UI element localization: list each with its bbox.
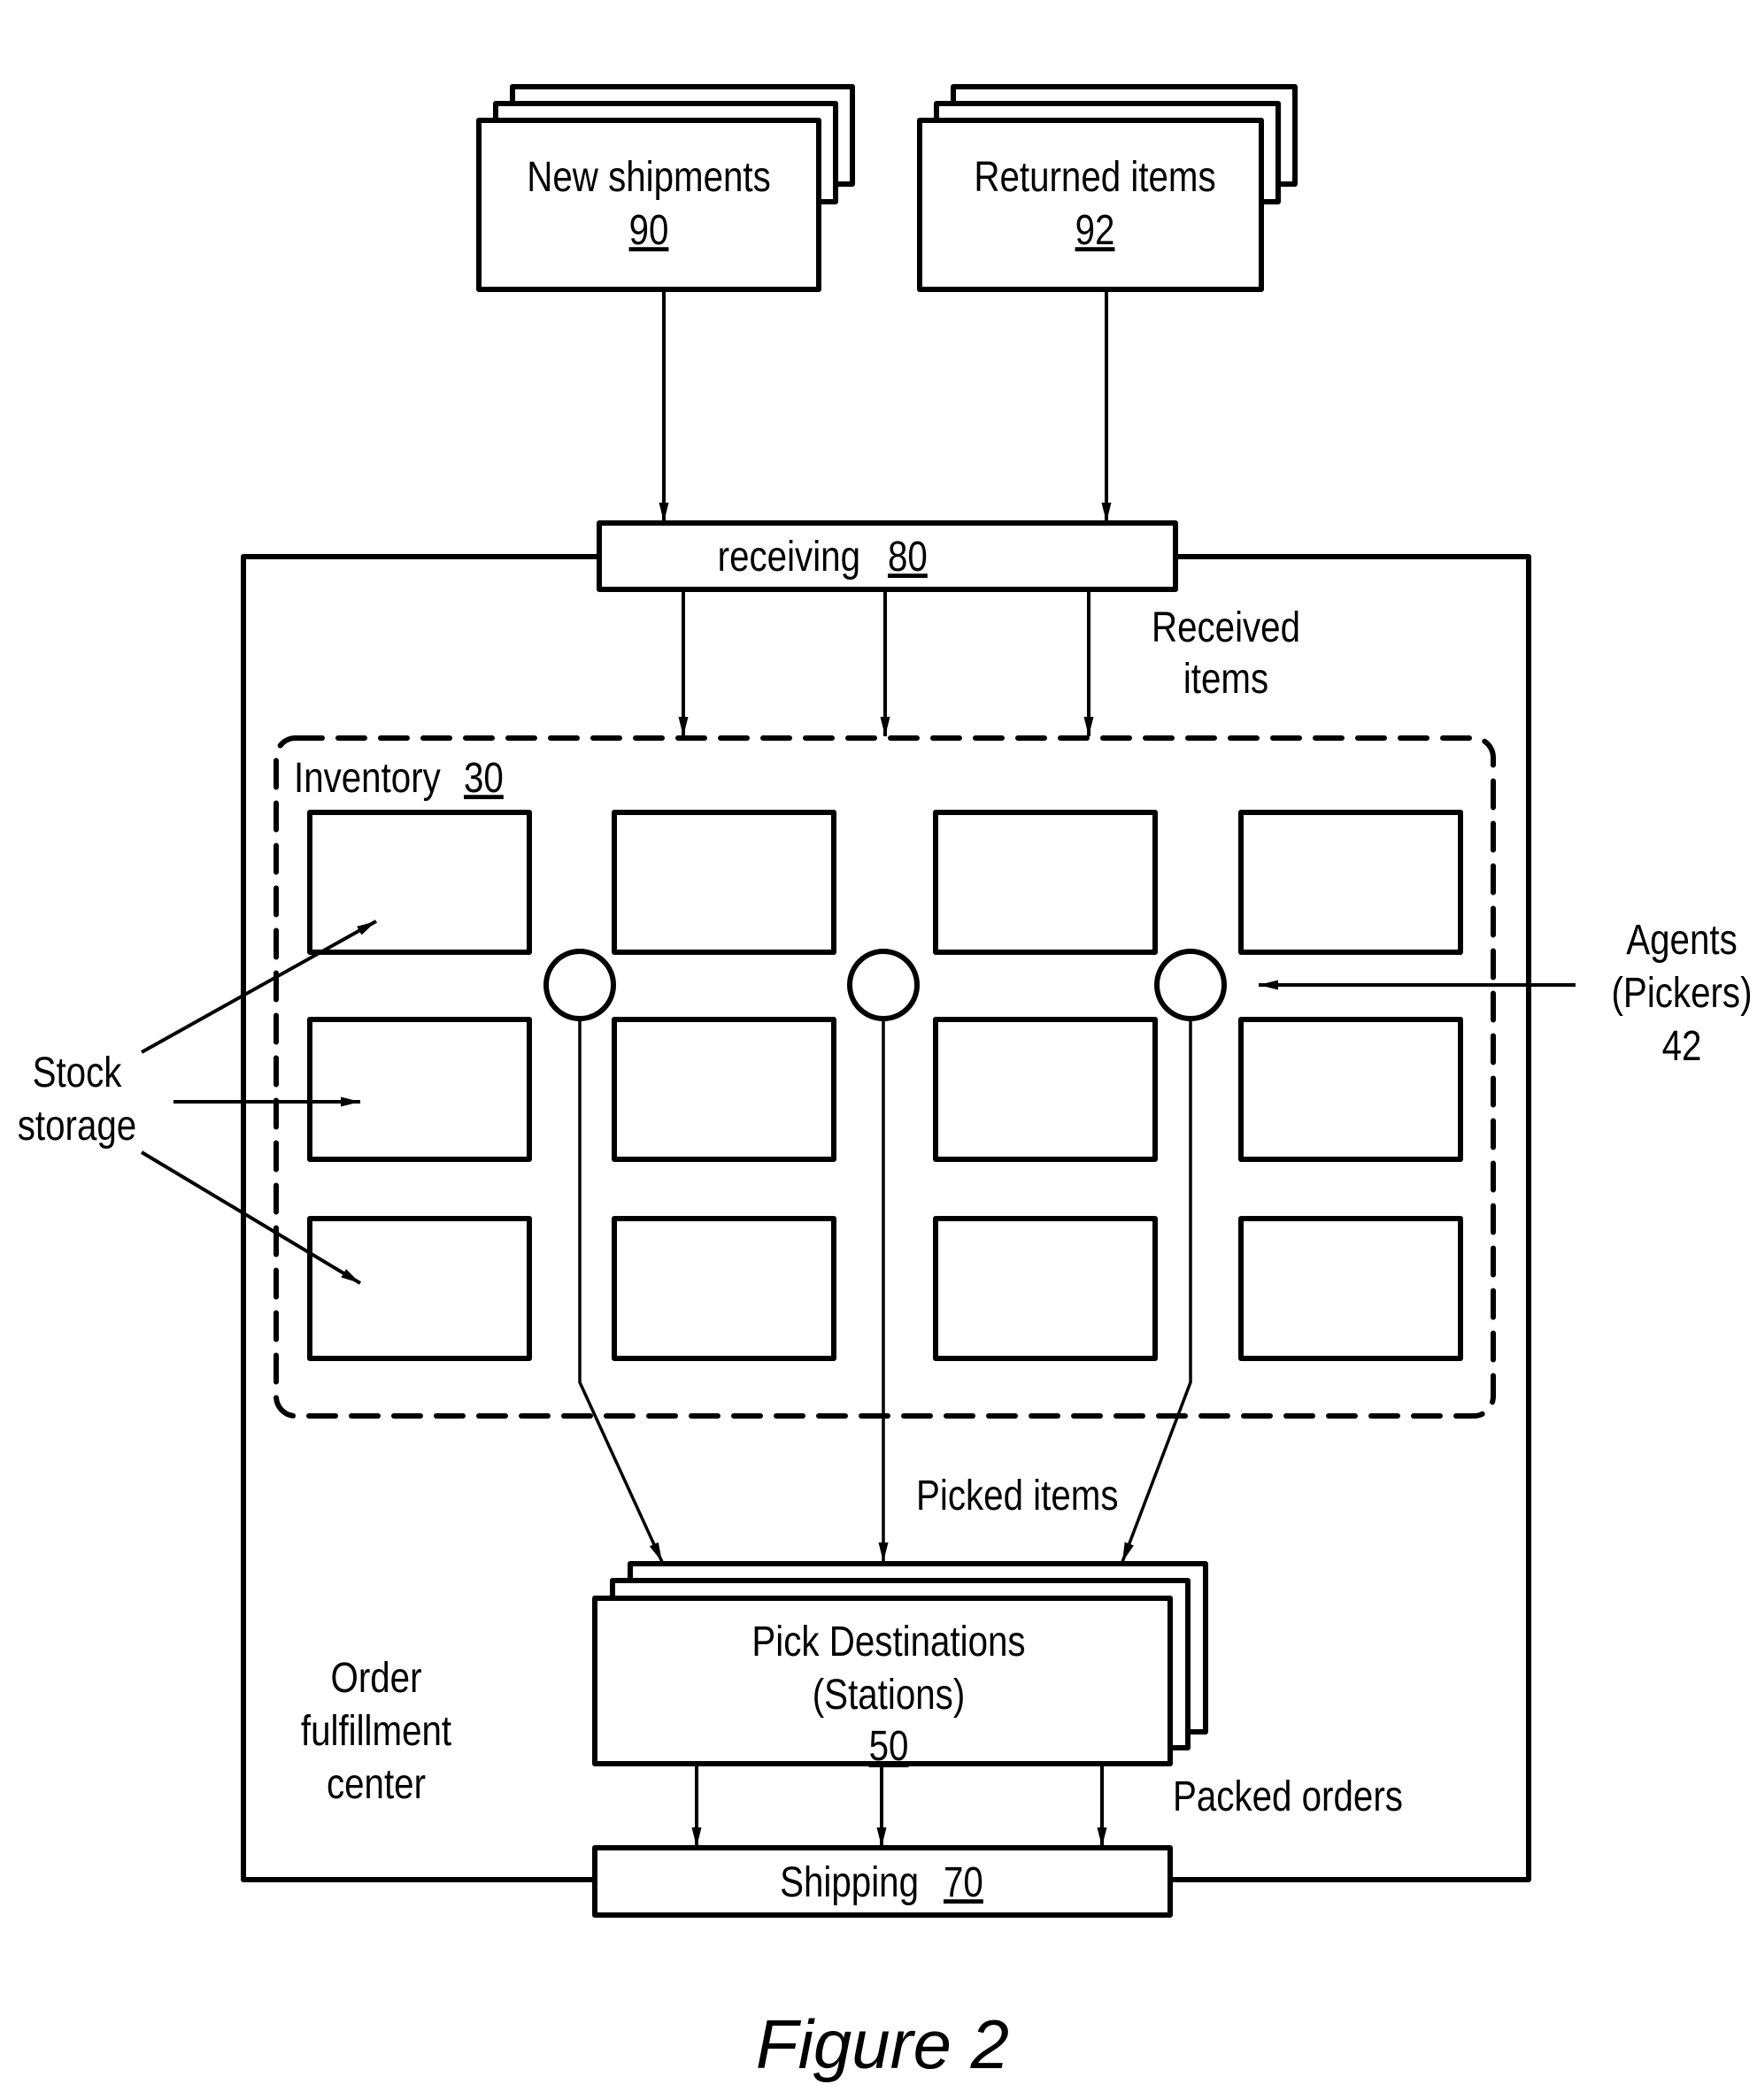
facility-label-line-2: fulfillment: [301, 1708, 451, 1755]
received-items-label-line-1: Received: [1152, 604, 1300, 651]
returned-items-label: Returned items: [974, 154, 1215, 201]
new-shipments-label: New shipments: [527, 154, 771, 201]
stock-storage-bin: [612, 1216, 836, 1361]
stock-storage-bin: [1238, 1017, 1463, 1162]
pick-destinations-label-line-1: Pick Destinations: [751, 1619, 1025, 1665]
returned-items-ref: 92: [1075, 207, 1115, 254]
stock-storage-bin: [612, 1017, 836, 1162]
picked-items-label: Picked items: [916, 1473, 1118, 1519]
agents-ref: 42: [1662, 1023, 1702, 1070]
agent-picker-icon: [847, 949, 920, 1021]
agent-picker-icon: [1154, 949, 1227, 1021]
stock-storage-bin: [933, 1017, 1158, 1162]
returned-items-stack: Returned items 92: [917, 84, 1298, 292]
new-shipments-box: [476, 118, 821, 292]
returned-items-box: [917, 118, 1264, 292]
new-shipments-stack: New shipments 90: [476, 84, 855, 292]
stock-storage-label-line-1: Stock: [33, 1050, 123, 1096]
agent-picker-icon: [543, 949, 616, 1021]
packed-orders-label: Packed orders: [1173, 1773, 1403, 1820]
stock-storage-bin: [933, 810, 1158, 955]
stock-storage-bin: [1238, 810, 1463, 955]
shipping-label: Shipping: [780, 1859, 919, 1906]
receiving-ref: 80: [888, 534, 928, 581]
stock-storage-bin: [612, 810, 836, 955]
stock-storage-grid: [307, 810, 1463, 1361]
inventory-ref: 30: [464, 755, 504, 802]
stock-storage-bin: [933, 1216, 1158, 1361]
pick-destinations-stack: Pick Destinations (Stations) 50: [592, 1561, 1208, 1770]
order-fulfillment-diagram: New shipments 90 Returned items 92 recei…: [18, 84, 1753, 2083]
stock-storage-bin: [307, 810, 532, 955]
pick-destinations-ref: 50: [869, 1723, 909, 1770]
receiving-label: receiving: [718, 534, 860, 581]
facility-label-line-3: center: [327, 1761, 426, 1808]
facility-label-line-1: Order: [330, 1655, 421, 1702]
stock-storage-label-line-2: storage: [18, 1103, 136, 1150]
inventory-label: Inventory: [294, 755, 442, 802]
figure-caption: Figure 2: [756, 2005, 1009, 2083]
stock-storage-bin: [307, 1216, 532, 1361]
shipping-ref: 70: [944, 1859, 983, 1906]
stock-storage-bin: [1238, 1216, 1463, 1361]
agents-label-line-1: Agents: [1626, 917, 1737, 964]
stock-storage-bin: [307, 1017, 532, 1162]
new-shipments-ref: 90: [629, 207, 669, 254]
received-items-label-line-2: items: [1183, 656, 1268, 703]
pick-destinations-label-line-2: (Stations): [813, 1672, 965, 1719]
agents-label-line-2: (Pickers): [1612, 970, 1753, 1017]
